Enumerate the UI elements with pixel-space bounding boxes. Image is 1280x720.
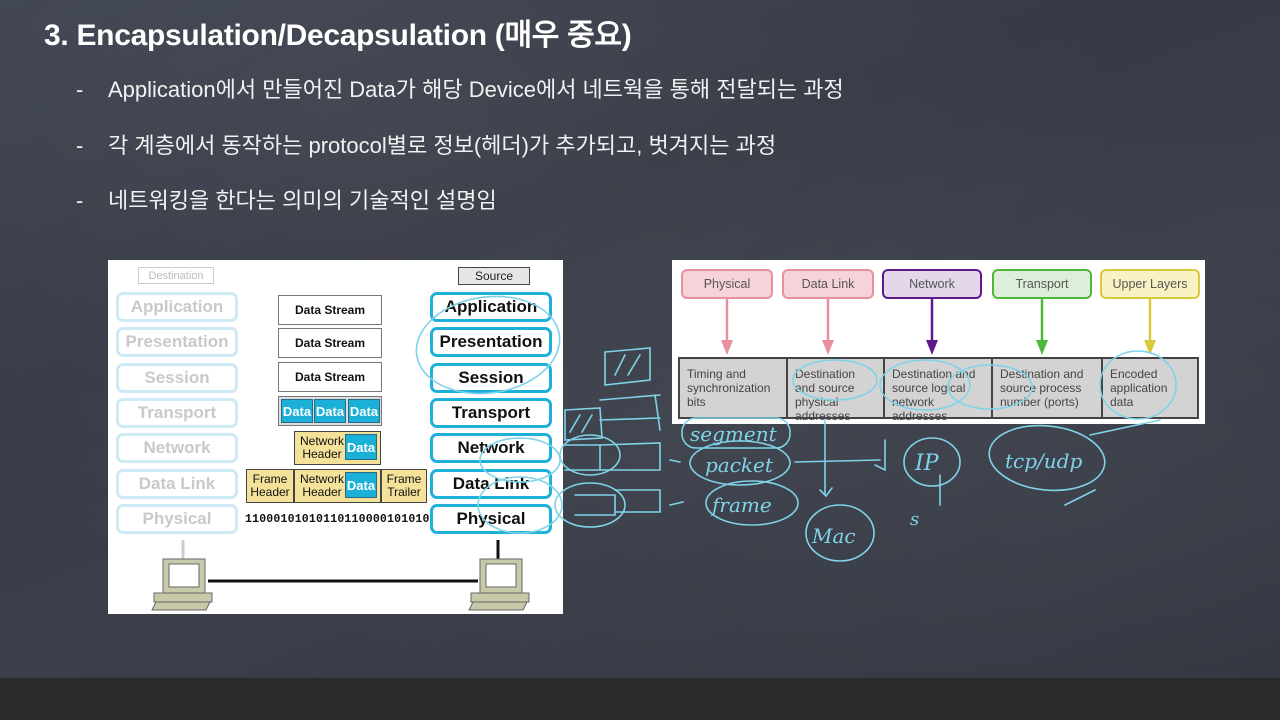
header-label-physical: Physical	[681, 269, 773, 299]
bullet-item: - 네트워킹을 한다는 의미의 기술적인 설명임	[76, 183, 497, 215]
arrow-data-link	[822, 299, 834, 355]
bullet-text: 네트워킹을 한다는 의미의 기술적인 설명임	[108, 188, 497, 213]
source-computer-icon	[468, 558, 530, 611]
bullet-marker: -	[76, 77, 84, 102]
header-info-diagram: Physical Data Link Network Transport Upp…	[672, 260, 1205, 424]
header-desc-transport: Destination and source process number (p…	[991, 357, 1103, 419]
header-desc-upper-layers: Encoded application data	[1101, 357, 1199, 419]
header-label-upper-layers: Upper Layers	[1100, 269, 1200, 299]
bullet-marker: -	[76, 188, 84, 213]
bullet-item: - Application에서 만들어진 Data가 해당 Device에서 네트…	[76, 72, 844, 104]
header-label-data-link: Data Link	[782, 269, 874, 299]
network-link-graphic	[151, 540, 530, 611]
bullet-marker: -	[76, 133, 84, 158]
slide-title: 3. Encapsulation/Decapsulation (매우 중요)	[44, 19, 632, 52]
header-desc-physical: Timing and synchronization bits	[678, 357, 788, 419]
arrow-upper-layers	[1144, 299, 1156, 355]
header-desc-network: Destination and source logical network a…	[883, 357, 993, 423]
bullet-text: 각 계층에서 동작하는 protocol별로 정보(헤더)가 추가되고, 벗겨지…	[108, 133, 777, 158]
bullet-text: Application에서 만들어진 Data가 해당 Device에서 네트웍…	[108, 77, 844, 102]
destination-computer-icon	[151, 558, 213, 611]
header-desc-data-link: Destination and source physical addresse…	[786, 357, 885, 423]
osi-encapsulation-diagram: Destination Source Application Presentat…	[108, 260, 563, 614]
header-label-transport: Transport	[992, 269, 1092, 299]
arrow-network	[926, 299, 938, 355]
bottom-bar	[0, 678, 1280, 720]
bullet-item: -각 계층에서 동작하는 protocol별로 정보(헤더)가 추가되고, 벗겨…	[76, 128, 776, 160]
header-label-network: Network	[882, 269, 982, 299]
arrow-physical	[721, 299, 733, 355]
arrow-transport	[1036, 299, 1048, 355]
